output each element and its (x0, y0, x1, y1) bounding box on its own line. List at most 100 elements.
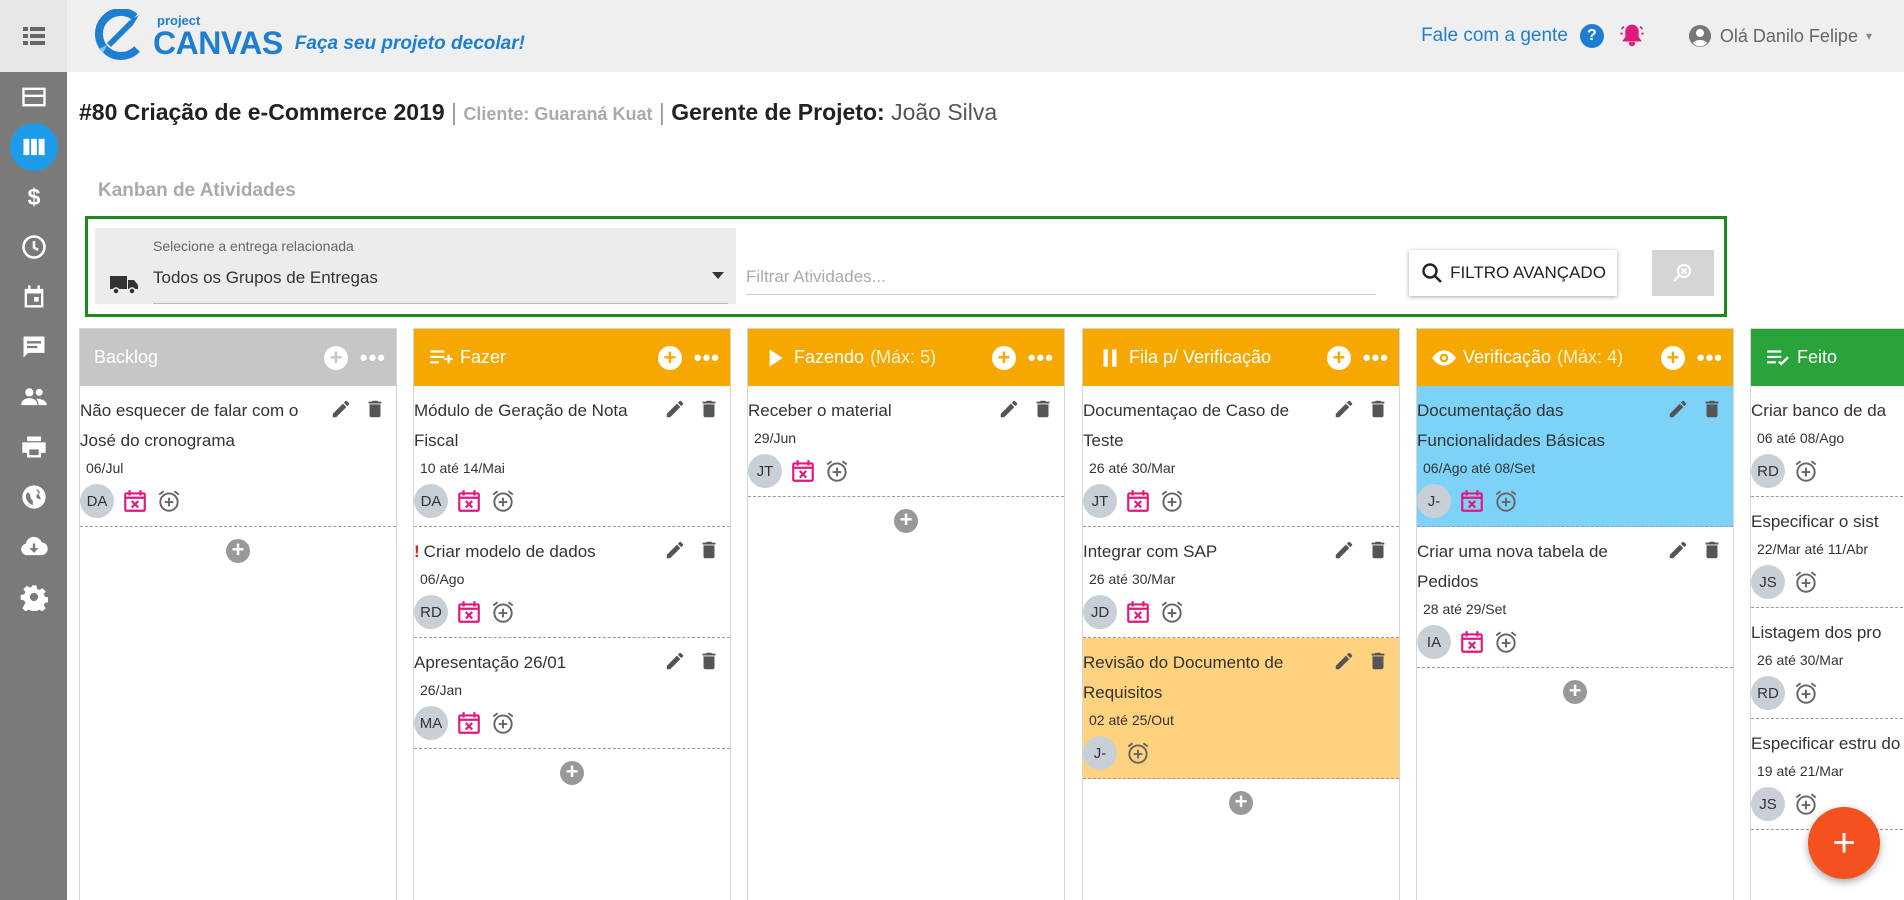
avatar[interactable]: DA (80, 484, 114, 518)
trash-icon[interactable] (698, 398, 720, 420)
avatar[interactable]: MA (414, 706, 448, 740)
activity-card[interactable]: Apresentação 26/01 26/Jan MA (414, 638, 730, 749)
trash-icon[interactable] (1032, 398, 1054, 420)
calendar-remove-icon[interactable] (456, 599, 482, 625)
trash-icon[interactable] (698, 650, 720, 672)
nav-messages[interactable] (0, 322, 67, 372)
alarm-add-icon[interactable] (1793, 680, 1819, 706)
activity-card[interactable]: Integrar com SAP 26 até 30/Mar JD (1083, 527, 1399, 638)
more-options-icon[interactable]: ••• (1028, 346, 1054, 369)
trash-icon[interactable] (1701, 539, 1723, 561)
calendar-remove-icon[interactable] (1125, 599, 1151, 625)
add-card-icon[interactable]: + (1326, 345, 1351, 370)
alarm-add-icon[interactable] (1159, 599, 1185, 625)
nav-time[interactable] (0, 222, 67, 272)
trash-icon[interactable] (698, 539, 720, 561)
activity-card[interactable]: Criar uma nova tabela de Pedidos 28 até … (1417, 527, 1733, 668)
trash-icon[interactable] (1367, 650, 1389, 672)
nav-team[interactable] (0, 372, 67, 422)
alarm-add-icon[interactable] (1793, 791, 1819, 817)
calendar-remove-icon[interactable] (122, 488, 148, 514)
add-card-icon[interactable]: + (657, 345, 682, 370)
calendar-remove-icon[interactable] (790, 458, 816, 484)
alarm-add-icon[interactable] (490, 599, 516, 625)
activity-card[interactable]: Módulo de Geração de Nota Fiscal 10 até … (414, 386, 730, 527)
activity-card[interactable]: Documentação das Funcionalidades Básicas… (1417, 386, 1733, 527)
help-icon[interactable]: ? (1579, 24, 1604, 48)
avatar[interactable]: DA (414, 484, 448, 518)
contact-link[interactable]: Fale com a gente (1421, 25, 1568, 47)
notification-bell-icon[interactable] (1618, 22, 1646, 50)
add-card-button[interactable]: + (1563, 680, 1587, 704)
app-menu-button[interactable] (0, 0, 67, 72)
calendar-remove-icon[interactable] (456, 710, 482, 736)
calendar-remove-icon[interactable] (1125, 488, 1151, 514)
nav-kanban[interactable] (0, 122, 67, 172)
alarm-add-icon[interactable] (824, 458, 850, 484)
avatar[interactable]: J- (1417, 484, 1451, 518)
edit-pencil-icon[interactable] (664, 398, 686, 420)
edit-pencil-icon[interactable] (1667, 539, 1689, 561)
logo[interactable]: project CANVAS Faça seu projeto decolar! (85, 9, 525, 63)
avatar[interactable]: RD (1751, 676, 1785, 710)
alarm-add-icon[interactable] (1793, 458, 1819, 484)
edit-pencil-icon[interactable] (664, 539, 686, 561)
alarm-add-icon[interactable] (490, 488, 516, 514)
alarm-add-icon[interactable] (1793, 569, 1819, 595)
avatar[interactable]: JT (748, 454, 782, 488)
activity-card[interactable]: Não esquecer de falar com o José do cron… (80, 386, 396, 527)
user-menu[interactable]: Olá Danilo Felipe ▾ (1688, 24, 1872, 48)
nav-settings[interactable] (0, 572, 67, 622)
avatar[interactable]: RD (414, 595, 448, 629)
nav-dashboard[interactable] (0, 72, 67, 122)
add-card-icon[interactable]: + (1660, 345, 1685, 370)
alarm-add-icon[interactable] (490, 710, 516, 736)
clear-filter-button[interactable] (1652, 250, 1714, 296)
activity-card[interactable]: Especificar o sist 22/Mar até 11/Abr JS (1751, 497, 1904, 608)
alarm-add-icon[interactable] (156, 488, 182, 514)
avatar[interactable]: RD (1751, 454, 1785, 488)
edit-pencil-icon[interactable] (998, 398, 1020, 420)
edit-pencil-icon[interactable] (1333, 398, 1355, 420)
edit-pencil-icon[interactable] (664, 650, 686, 672)
avatar[interactable]: JT (1083, 484, 1117, 518)
add-card-button[interactable]: + (1229, 791, 1253, 815)
nav-download[interactable] (0, 522, 67, 572)
more-options-icon[interactable]: ••• (1363, 346, 1389, 369)
activity-filter-input[interactable] (746, 259, 1376, 295)
alarm-add-icon[interactable] (1159, 488, 1185, 514)
avatar[interactable]: JS (1751, 787, 1785, 821)
trash-icon[interactable] (364, 398, 386, 420)
more-options-icon[interactable]: ••• (360, 346, 386, 369)
nav-finance[interactable]: $ (0, 172, 67, 222)
add-card-icon[interactable]: + (323, 345, 348, 370)
nav-print[interactable] (0, 422, 67, 472)
trash-icon[interactable] (1701, 398, 1723, 420)
edit-pencil-icon[interactable] (1333, 539, 1355, 561)
advanced-filter-button[interactable]: FILTRO AVANÇADO (1409, 250, 1617, 296)
add-card-icon[interactable]: + (991, 345, 1016, 370)
add-card-button[interactable]: + (560, 761, 584, 785)
alarm-add-icon[interactable] (1493, 629, 1519, 655)
calendar-remove-icon[interactable] (1459, 629, 1485, 655)
activity-card[interactable]: ! Criar modelo de dados 06/Ago RD (414, 527, 730, 638)
alarm-add-icon[interactable] (1493, 488, 1519, 514)
nav-web[interactable] (0, 472, 67, 522)
trash-icon[interactable] (1367, 539, 1389, 561)
nav-calendar[interactable] (0, 272, 67, 322)
activity-card[interactable]: Revisão do Documento de Requisitos 02 at… (1083, 638, 1399, 779)
avatar[interactable]: IA (1417, 625, 1451, 659)
activity-card[interactable]: Criar banco de da 06 até 08/Ago RD (1751, 386, 1904, 497)
trash-icon[interactable] (1367, 398, 1389, 420)
delivery-group-select[interactable]: Selecione a entrega relacionada Todos os… (95, 228, 736, 304)
calendar-remove-icon[interactable] (456, 488, 482, 514)
add-activity-fab-button[interactable]: + (1808, 807, 1880, 879)
activity-card[interactable]: Receber o material 29/Jun JT (748, 386, 1064, 497)
avatar[interactable]: J- (1083, 736, 1117, 770)
activity-card[interactable]: Listagem dos pro 26 até 30/Mar RD (1751, 608, 1904, 719)
add-card-button[interactable]: + (894, 509, 918, 533)
edit-pencil-icon[interactable] (330, 398, 352, 420)
avatar[interactable]: JS (1751, 565, 1785, 599)
alarm-add-icon[interactable] (1125, 740, 1151, 766)
edit-pencil-icon[interactable] (1667, 398, 1689, 420)
